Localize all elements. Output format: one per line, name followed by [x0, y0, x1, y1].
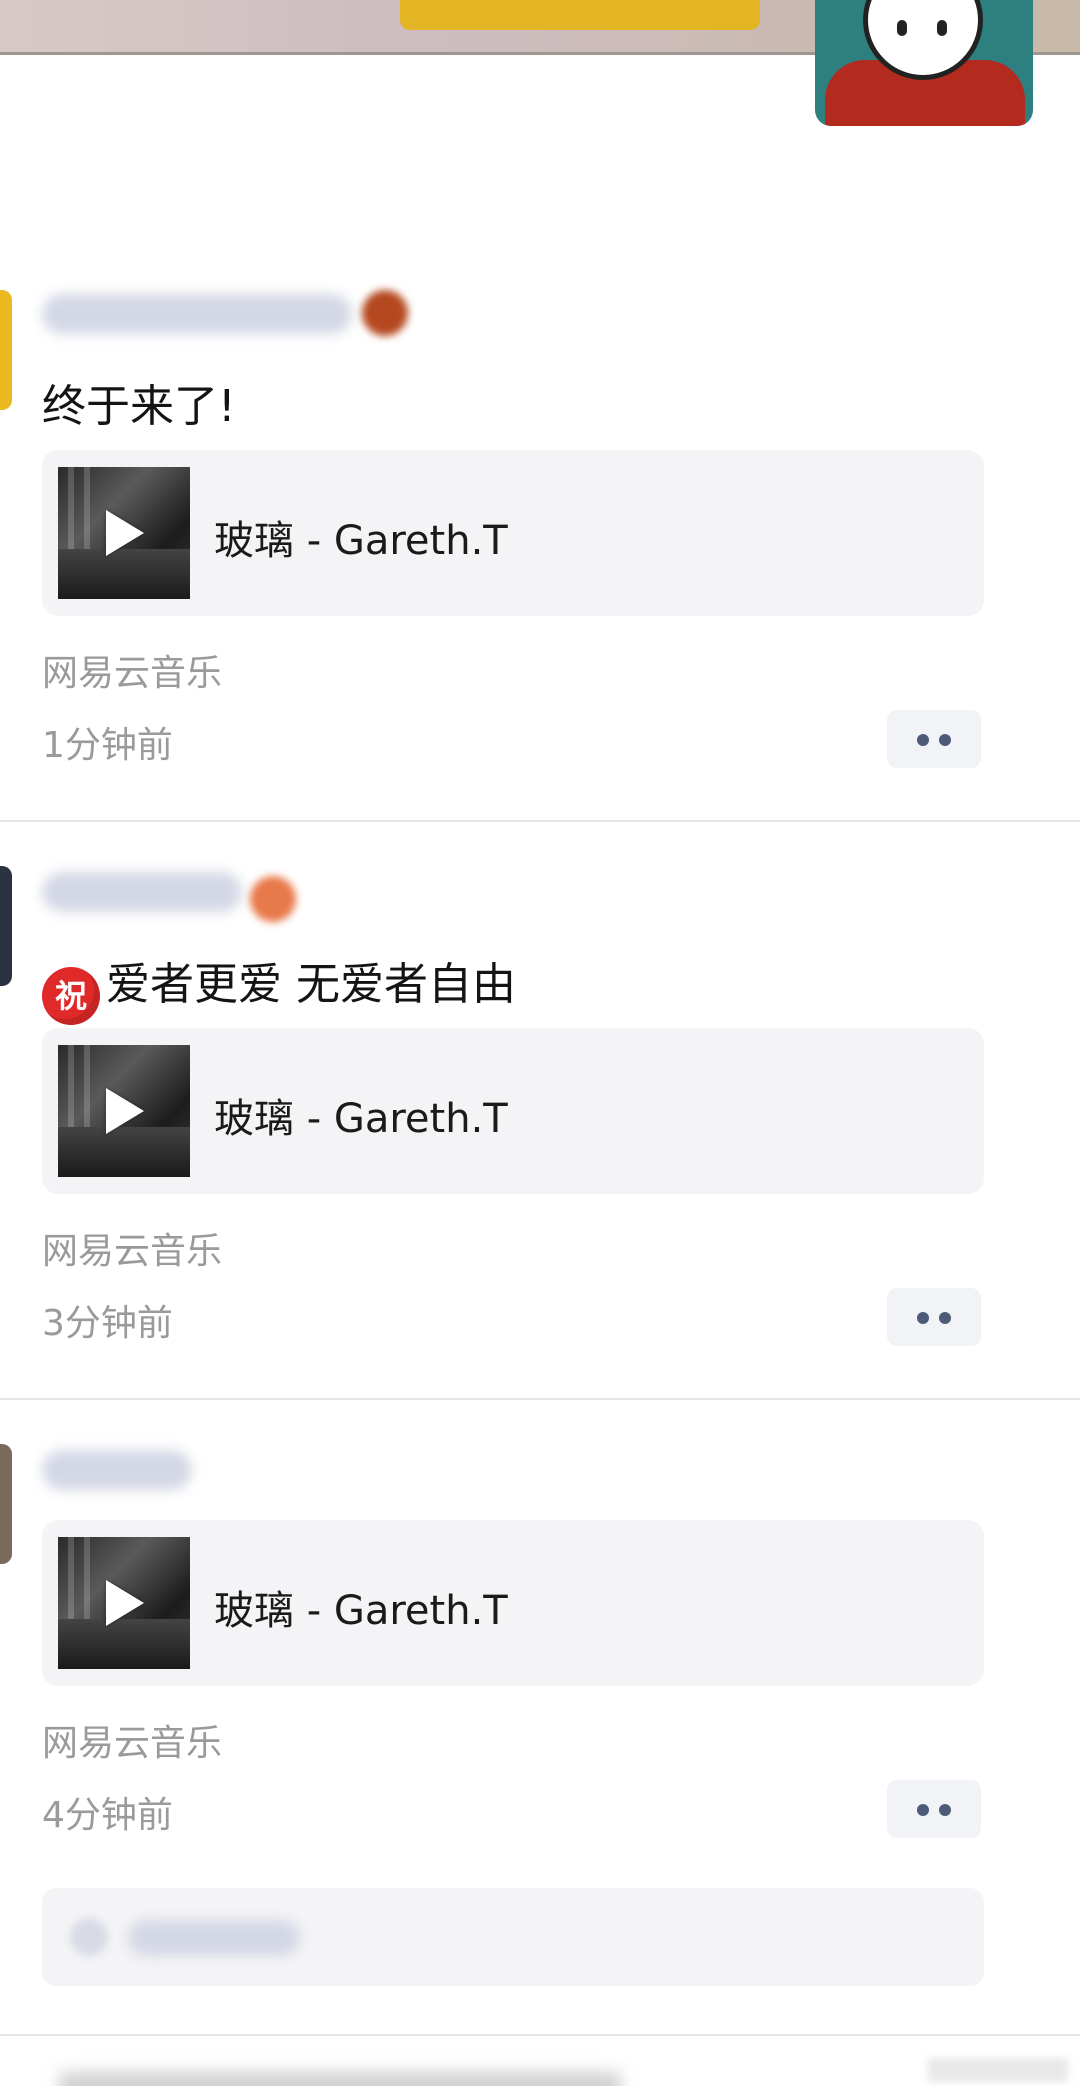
top-avatar[interactable]: [815, 0, 1033, 126]
username[interactable]: [42, 872, 242, 912]
play-icon[interactable]: [106, 510, 144, 556]
more-dots-icon: [917, 1804, 929, 1816]
feed-page: 终于来了! 玻璃 - Gareth.T 网易云音乐 1分钟前 祝爱者更爱 无爱者…: [0, 0, 1080, 2086]
avatar-eye-left: [897, 20, 907, 36]
more-dots-icon: [917, 734, 929, 746]
music-card[interactable]: 玻璃 - Gareth.T: [42, 1520, 984, 1686]
more-button[interactable]: [887, 1288, 981, 1346]
divider: [0, 820, 1080, 822]
more-dots-icon: [939, 1312, 951, 1324]
banner-pill: [400, 0, 760, 30]
source-label[interactable]: 网易云音乐: [42, 1714, 222, 1766]
watermark: [928, 2058, 1068, 2082]
post-text: 祝爱者更爱 无爱者自由: [42, 948, 516, 1025]
post-text: 终于来了!: [42, 381, 236, 432]
comment-icon: [70, 1918, 108, 1956]
music-card[interactable]: 玻璃 - Gareth.T: [42, 450, 984, 616]
music-card[interactable]: 玻璃 - Gareth.T: [42, 1028, 984, 1194]
more-dots-icon: [917, 1312, 929, 1324]
post-text-content: 爱者更爱 无爱者自由: [106, 959, 516, 1010]
divider: [0, 1398, 1080, 1400]
divider: [0, 2034, 1080, 2036]
music-title: 玻璃 - Gareth.T: [214, 1096, 508, 1142]
music-cover: [58, 1537, 190, 1669]
more-button[interactable]: [887, 710, 981, 768]
comment-placeholder: [128, 1920, 300, 1956]
timestamp: 1分钟前: [42, 725, 173, 766]
next-post-preview[interactable]: [60, 2072, 620, 2086]
username[interactable]: [42, 1450, 192, 1490]
username[interactable]: [42, 294, 352, 334]
music-title: 玻璃 - Gareth.T: [214, 518, 508, 564]
play-icon[interactable]: [106, 1088, 144, 1134]
avatar[interactable]: [0, 290, 12, 410]
festival-badge-icon: 祝: [42, 967, 100, 1025]
avatar-eye-right: [937, 20, 947, 36]
user-badge-icon: [250, 876, 296, 922]
more-dots-icon: [939, 1804, 951, 1816]
music-cover: [58, 1045, 190, 1177]
more-button[interactable]: [887, 1780, 981, 1838]
source-label[interactable]: 网易云音乐: [42, 1222, 222, 1274]
source-label[interactable]: 网易云音乐: [42, 644, 222, 696]
timestamp: 4分钟前: [42, 1795, 173, 1836]
avatar[interactable]: [0, 866, 12, 986]
music-cover: [58, 467, 190, 599]
user-badge-icon: [362, 290, 408, 336]
music-title: 玻璃 - Gareth.T: [214, 1588, 508, 1634]
more-dots-icon: [939, 734, 951, 746]
comment-box[interactable]: [42, 1888, 984, 1986]
avatar[interactable]: [0, 1444, 12, 1564]
play-icon[interactable]: [106, 1580, 144, 1626]
timestamp: 3分钟前: [42, 1303, 173, 1344]
